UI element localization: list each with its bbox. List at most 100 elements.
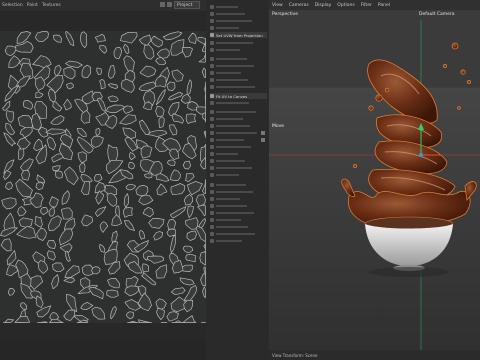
tool-panel-item-placeholder <box>216 132 257 134</box>
uv-canvas[interactable] <box>0 31 206 323</box>
tool-panel-item[interactable] <box>210 130 267 136</box>
tool-panel-item[interactable] <box>210 238 267 244</box>
viewport-menu-cameras[interactable]: Cameras <box>289 3 309 8</box>
tool-icon <box>210 94 214 98</box>
uv-mode-dropdown[interactable]: Project <box>174 1 200 9</box>
tool-icon <box>210 41 214 45</box>
checkbox[interactable] <box>261 138 265 142</box>
uv-island[interactable] <box>106 289 119 298</box>
uv-tool-panel <box>207 0 268 360</box>
tool-icon <box>210 166 214 170</box>
tool-panel-item-placeholder <box>216 226 248 228</box>
set-uvw-from-projection-button[interactable]: Set UVW from Projection <box>210 32 267 38</box>
tool-panel-item[interactable] <box>210 172 267 178</box>
tool-icon <box>210 33 214 37</box>
tool-icon <box>210 183 214 187</box>
tool-panel-item[interactable] <box>210 182 267 188</box>
tool-icon <box>210 48 214 52</box>
viewport-view-label: Perspective <box>272 12 299 17</box>
menu-textures[interactable]: Textures <box>42 3 61 8</box>
tool-panel-item-placeholder <box>216 20 252 22</box>
tool-panel-item[interactable] <box>210 224 267 230</box>
tool-panel-item[interactable] <box>210 84 267 90</box>
uv-mode-value: Project <box>177 2 193 8</box>
uv-island[interactable] <box>21 169 30 181</box>
tool-panel-item[interactable] <box>210 151 267 157</box>
viewport-scene <box>269 10 480 350</box>
bowl-shadow <box>369 267 449 277</box>
tool-panel-item[interactable] <box>210 18 267 24</box>
tool-panel-item[interactable] <box>210 47 267 53</box>
menu-selection[interactable]: Selection <box>2 3 23 8</box>
tool-panel-item-placeholder <box>216 72 241 74</box>
uv-island[interactable] <box>167 219 177 230</box>
tool-panel-item[interactable] <box>210 56 267 62</box>
uv-island[interactable] <box>158 116 165 129</box>
viewport-menubar: View Cameras Display Options Filter Pane… <box>269 0 480 10</box>
tool-panel-item-placeholder <box>216 153 238 155</box>
tool-icon <box>210 57 214 61</box>
tool-panel-item-placeholder <box>216 118 243 120</box>
tool-panel-item-placeholder <box>216 191 253 193</box>
fit-uv-to-canvas-button[interactable]: Fit UV to Canvas <box>210 93 267 99</box>
tool-panel-item[interactable] <box>210 144 267 150</box>
tool-panel-item[interactable] <box>210 231 267 237</box>
viewport-status-bar: View Transform: Scene <box>269 350 480 360</box>
tool-panel-item-placeholder <box>216 139 244 141</box>
tool-icon <box>210 211 214 215</box>
tool-icon <box>210 101 214 105</box>
grid-icon[interactable] <box>167 2 172 7</box>
tool-panel-item[interactable] <box>210 70 267 76</box>
tool-panel-item[interactable] <box>210 165 267 171</box>
viewport-menu-view[interactable]: View <box>272 3 283 8</box>
tool-panel-item[interactable] <box>210 109 267 115</box>
tool-panel-item[interactable] <box>210 77 267 83</box>
tool-icon <box>210 117 214 121</box>
3d-viewport[interactable]: Perspective Default Camera Move <box>269 10 480 350</box>
tool-panel-item[interactable] <box>210 11 267 17</box>
tool-panel-item-placeholder <box>216 212 254 214</box>
tool-panel-item[interactable] <box>210 189 267 195</box>
menu-paint[interactable]: Paint <box>27 3 38 8</box>
uv-island[interactable] <box>91 266 101 275</box>
uv-island[interactable] <box>55 170 64 179</box>
tool-panel-item-placeholder <box>216 13 245 15</box>
tool-panel-item[interactable] <box>210 123 267 129</box>
viewport-menu-display[interactable]: Display <box>315 3 332 8</box>
tool-icon <box>210 145 214 149</box>
uv-island[interactable] <box>61 207 73 220</box>
tool-panel-item[interactable] <box>210 217 267 223</box>
tool-panel-item[interactable] <box>210 203 267 209</box>
viewport-menu-options[interactable]: Options <box>337 3 354 8</box>
tool-panel-item-placeholder <box>216 102 249 104</box>
uv-status-area <box>0 340 206 360</box>
tool-panel-item[interactable] <box>210 137 267 143</box>
tool-panel-item[interactable] <box>210 100 267 106</box>
tool-icon <box>210 5 214 9</box>
tool-panel-item[interactable] <box>210 63 267 69</box>
tool-panel-item-label: Fit UV to Canvas <box>216 93 248 99</box>
uv-island[interactable] <box>35 181 44 191</box>
tool-panel-item-label: Set UVW from Projection <box>216 32 263 38</box>
checkbox[interactable] <box>261 131 265 135</box>
tool-icon <box>210 110 214 114</box>
tool-panel-item[interactable] <box>210 25 267 31</box>
uv-island[interactable] <box>185 113 196 124</box>
uv-island[interactable] <box>182 264 193 272</box>
tool-panel-item[interactable] <box>210 158 267 164</box>
viewport-menu-panel[interactable]: Panel <box>378 3 390 8</box>
tool-panel-item[interactable] <box>210 210 267 216</box>
viewport-menu-filter[interactable]: Filter <box>361 3 372 8</box>
uv-island[interactable] <box>182 160 192 170</box>
tool-icon <box>210 71 214 75</box>
tool-panel-item-placeholder <box>216 198 240 200</box>
lock-icon[interactable] <box>160 2 165 7</box>
tool-panel-item[interactable] <box>210 40 267 46</box>
tool-panel-item[interactable] <box>210 196 267 202</box>
tool-icon <box>210 78 214 82</box>
tool-panel-item-placeholder <box>216 233 255 235</box>
tool-panel-item-placeholder <box>216 58 247 60</box>
camera-label[interactable]: Default Camera <box>419 12 455 17</box>
tool-panel-item[interactable] <box>210 4 267 10</box>
tool-panel-item[interactable] <box>210 116 267 122</box>
